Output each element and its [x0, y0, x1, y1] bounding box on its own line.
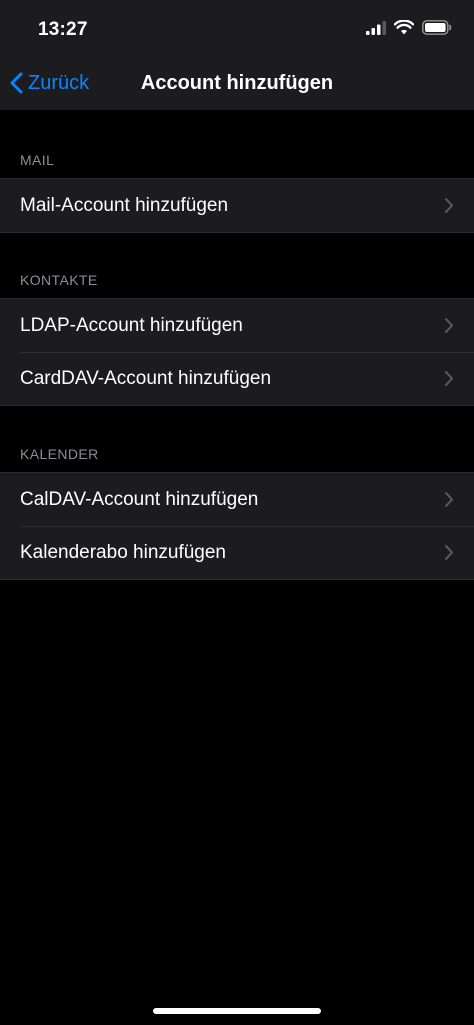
chevron-right-icon: [445, 492, 453, 507]
home-indicator[interactable]: [153, 1008, 321, 1014]
list-item-add-mail-account[interactable]: Mail-Account hinzufügen: [0, 179, 474, 232]
list-item-label: CalDAV-Account hinzufügen: [20, 488, 259, 510]
list-item-label: LDAP-Account hinzufügen: [20, 314, 243, 336]
chevron-right-icon: [445, 198, 453, 213]
status-time: 13:27: [38, 19, 88, 40]
chevron-right-icon: [445, 318, 453, 333]
list-item-label: CardDAV-Account hinzufügen: [20, 367, 272, 389]
page-title: Account hinzufügen: [140, 72, 334, 94]
section-header-contacts: KONTAKTE: [20, 272, 98, 288]
status-icons: [366, 20, 452, 35]
list-item-label: Mail-Account hinzufügen: [20, 194, 229, 216]
chevron-right-icon: [445, 371, 453, 386]
list-item-add-calendar-subscription[interactable]: Kalenderabo hinzufügen: [0, 526, 474, 579]
chevron-right-icon: [445, 545, 453, 560]
list-item-add-carddav-account[interactable]: CardDAV-Account hinzufügen: [0, 352, 474, 405]
section-group-mail: Mail-Account hinzufügen: [0, 178, 474, 233]
list-item-add-ldap-account[interactable]: LDAP-Account hinzufügen: [0, 299, 474, 352]
section-header-mail: MAIL: [20, 152, 55, 168]
section-group-calendar: CalDAV-Account hinzufügen Kalenderabo hi…: [0, 472, 474, 580]
wifi-icon: [394, 20, 414, 35]
cellular-signal-icon: [366, 20, 386, 35]
battery-icon: [422, 20, 452, 35]
section-group-contacts: LDAP-Account hinzufügen CardDAV-Account …: [0, 298, 474, 406]
section-header-calendar: KALENDER: [20, 446, 99, 462]
list-item-add-caldav-account[interactable]: CalDAV-Account hinzufügen: [0, 473, 474, 526]
navigation-bar: Zurück Account hinzufügen: [0, 58, 474, 110]
list-item-label: Kalenderabo hinzufügen: [20, 541, 227, 563]
status-bar: 13:27: [0, 0, 474, 58]
